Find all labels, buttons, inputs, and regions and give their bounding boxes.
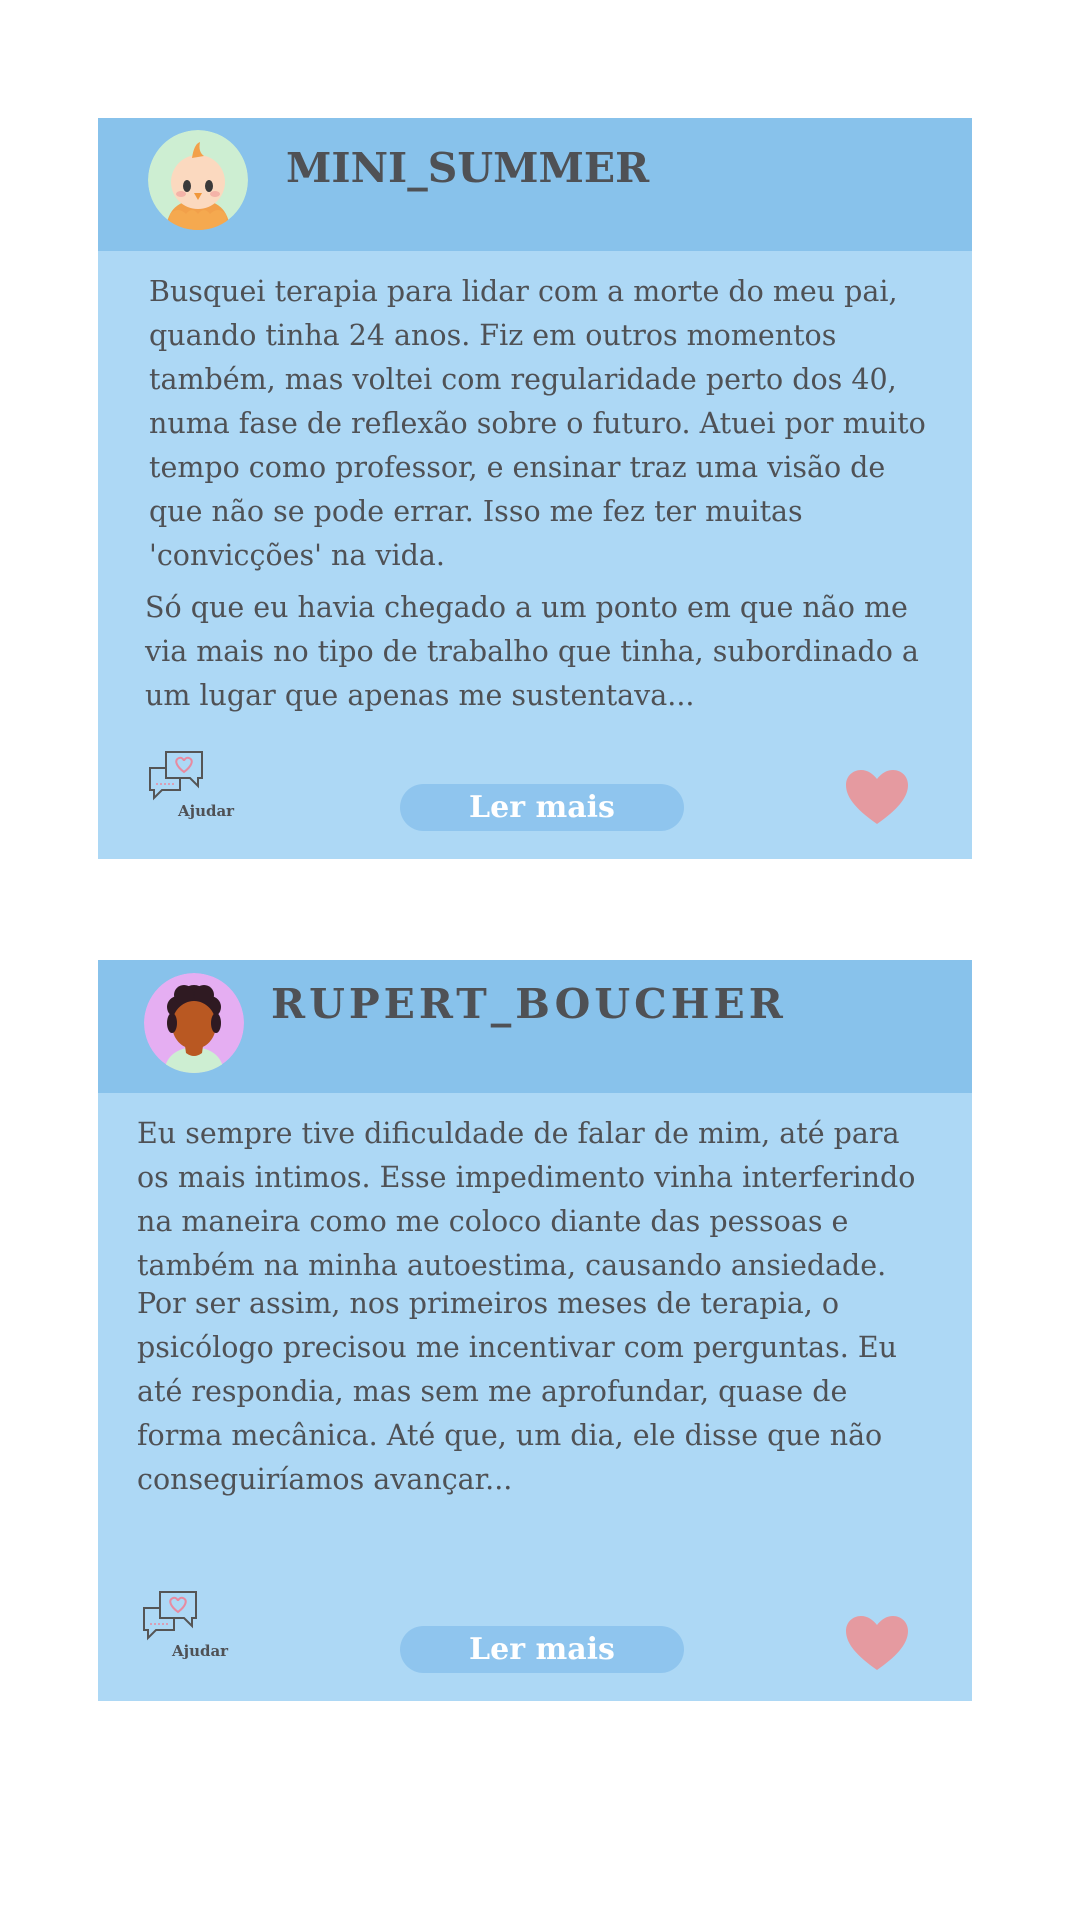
username[interactable]: MINI_SUMMER xyxy=(286,144,649,192)
post-card: MINI_SUMMER Busquei terapia para lidar c… xyxy=(98,118,972,859)
post-card: RUPERT_BOUCHER Eu sempre tive dificuldad… xyxy=(98,960,972,1701)
post-text: Por ser assim, nos primeiros meses de te… xyxy=(137,1287,898,1496)
post-header: RUPERT_BOUCHER xyxy=(98,960,972,1093)
username[interactable]: RUPERT_BOUCHER xyxy=(271,980,787,1028)
post-header: MINI_SUMMER xyxy=(98,118,972,251)
like-button[interactable] xyxy=(846,770,908,826)
chick-avatar-icon[interactable] xyxy=(148,130,248,230)
post-text: Só que eu havia chegado a um ponto em qu… xyxy=(145,591,919,712)
help-label: Ajudar xyxy=(172,1642,229,1660)
read-more-button[interactable]: Ler mais xyxy=(400,784,684,831)
chat-heart-icon xyxy=(149,751,203,801)
post-text: Busquei terapia para lidar com a morte d… xyxy=(149,275,926,572)
like-button[interactable] xyxy=(846,1616,908,1672)
heart-icon xyxy=(846,770,908,824)
read-more-button[interactable]: Ler mais xyxy=(400,1626,684,1673)
help-button[interactable]: Ajudar xyxy=(142,1590,232,1670)
help-button[interactable]: Ajudar xyxy=(148,750,238,830)
heart-icon xyxy=(846,1616,908,1670)
post-text: Eu sempre tive dificuldade de falar de m… xyxy=(137,1117,916,1282)
chat-heart-icon xyxy=(143,1591,197,1641)
help-label: Ajudar xyxy=(178,802,235,820)
person-avatar-icon[interactable] xyxy=(144,973,244,1073)
